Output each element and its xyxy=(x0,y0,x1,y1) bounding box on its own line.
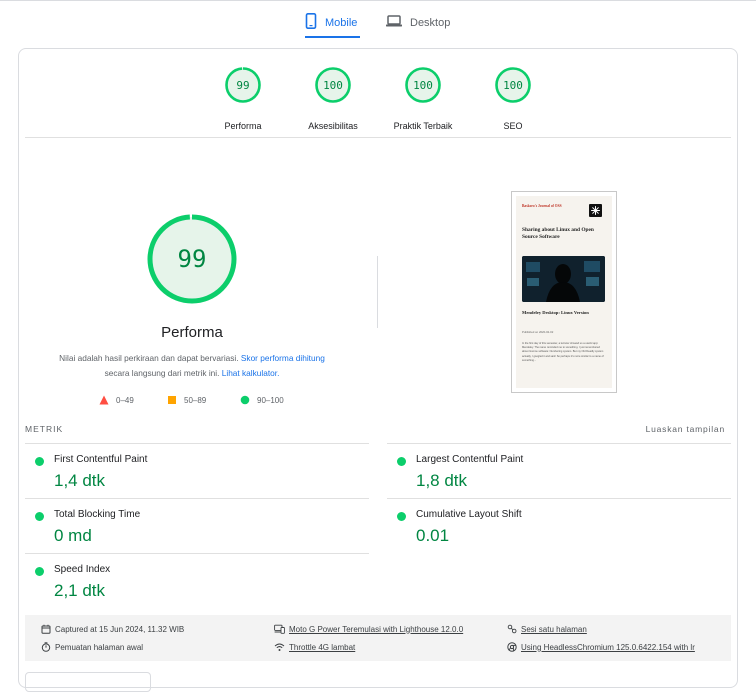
gauge-label: Praktik Terbaik xyxy=(378,121,468,131)
desc-text: Nilai adalah hasil perkiraan dan dapat b… xyxy=(59,353,238,363)
performance-score-gauge: 99 xyxy=(146,213,238,305)
metric-lcp: Largest Contentful Paint 1,8 dtk xyxy=(387,443,731,498)
devices-icon xyxy=(274,624,285,634)
page-screenshot-thumbnail[interactable]: Baskoro's Journal of OSS Sharing about L… xyxy=(511,191,617,393)
metric-fcp: First Contentful Paint 1,4 dtk xyxy=(25,443,369,498)
section-divider xyxy=(25,137,731,138)
metric-name: Total Blocking Time xyxy=(54,509,140,520)
circle-icon xyxy=(240,395,250,405)
gauge-label: SEO xyxy=(468,121,558,131)
legend-pass: 90–100 xyxy=(240,395,284,405)
shot-site-title: Baskoro's Journal of OSS xyxy=(522,204,562,208)
env-load: Pemuatan halaman awal xyxy=(41,642,143,652)
gauge-label: Performa xyxy=(198,121,288,131)
gauge-score: 100 xyxy=(503,79,523,92)
shot-hero-image xyxy=(522,256,605,302)
legend-fail: 0–49 xyxy=(99,395,134,405)
shot-logo xyxy=(589,204,602,217)
metrics-header: METRIK xyxy=(25,424,63,434)
expand-view-toggle[interactable]: Luaskan tampilan xyxy=(646,424,725,434)
metric-name: Largest Contentful Paint xyxy=(416,454,523,465)
score-ring: 100 xyxy=(405,67,441,103)
score-legend: 0–49 50–89 90–100 xyxy=(19,395,379,407)
pass-circle-icon xyxy=(35,567,44,576)
pass-circle-icon xyxy=(397,512,406,521)
metric-tbt: Total Blocking Time 0 md xyxy=(25,498,369,553)
laptop-icon xyxy=(386,15,402,30)
env-captured: Captured at 15 Jun 2024, 11.32 WIB xyxy=(41,624,184,634)
timer-icon xyxy=(41,642,51,652)
desc-text2: secara langsung dari metrik ini. xyxy=(105,368,220,378)
gauge-performa[interactable]: 99 Performa xyxy=(198,67,288,131)
category-gauges: 99 Performa 100 Aksesibilitas 100 Prakti… xyxy=(19,67,739,137)
score-ring: 99 xyxy=(225,67,261,103)
metric-speed-index: Speed Index 2,1 dtk xyxy=(25,553,369,608)
score-ring: 100 xyxy=(315,67,351,103)
gauge-score: 100 xyxy=(413,79,433,92)
env-load-text: Pemuatan halaman awal xyxy=(55,643,143,652)
score-calc-link[interactable]: Skor performa dihitung xyxy=(241,353,325,363)
legend-range: 90–100 xyxy=(257,396,284,405)
calculator-link[interactable]: Lihat kalkulator. xyxy=(222,368,280,378)
view-treemap-button[interactable] xyxy=(25,672,151,692)
runtime-environment: Captured at 15 Jun 2024, 11.32 WIB Moto … xyxy=(25,615,731,661)
score-description: Nilai adalah hasil perkiraan dan dapat b… xyxy=(39,351,345,381)
square-icon xyxy=(167,395,177,405)
chrome-icon xyxy=(507,642,517,652)
shot-headline: Sharing about Linux and Open Source Soft… xyxy=(522,227,602,241)
score-ring: 100 xyxy=(495,67,531,103)
env-browser-text: Using HeadlessChromium 125.0.6422.154 wi… xyxy=(521,643,695,652)
metric-cls: Cumulative Layout Shift 0.01 xyxy=(387,498,731,553)
env-device-text: Moto G Power Teremulasi with Lighthouse … xyxy=(289,625,463,634)
gauge-seo[interactable]: 100 SEO xyxy=(468,67,558,131)
env-device[interactable]: Moto G Power Teremulasi with Lighthouse … xyxy=(274,624,463,634)
env-session-text: Sesi satu halaman xyxy=(521,625,587,634)
gauge-praktik-terbaik[interactable]: 100 Praktik Terbaik xyxy=(378,67,468,131)
env-throttle-text: Throttle 4G lambat xyxy=(289,643,355,652)
legend-range: 50–89 xyxy=(184,396,206,405)
performance-score: 99 xyxy=(178,245,207,273)
vertical-separator xyxy=(377,256,378,328)
gauge-label: Aksesibilitas xyxy=(288,121,378,131)
pass-circle-icon xyxy=(397,457,406,466)
calendar-icon xyxy=(41,624,51,634)
env-throttle[interactable]: Throttle 4G lambat xyxy=(274,642,355,652)
gauge-score: 99 xyxy=(236,79,249,92)
pass-circle-icon xyxy=(35,457,44,466)
top-border xyxy=(0,0,756,1)
gauge-aksesibilitas[interactable]: 100 Aksesibilitas xyxy=(288,67,378,131)
wifi-icon xyxy=(274,642,285,652)
metric-value: 2,1 dtk xyxy=(54,581,105,601)
metric-value: 0 md xyxy=(54,526,92,546)
metric-value: 0.01 xyxy=(416,526,449,546)
tab-mobile[interactable]: Mobile xyxy=(305,8,360,37)
metric-name: Speed Index xyxy=(54,564,110,575)
legend-range: 0–49 xyxy=(116,396,134,405)
report-card: 99 Performa 100 Aksesibilitas 100 Prakti… xyxy=(18,48,738,688)
screenshot-content: Baskoro's Journal of OSS Sharing about L… xyxy=(516,196,612,388)
triangle-icon xyxy=(99,395,109,405)
metric-value: 1,8 dtk xyxy=(416,471,467,491)
env-session[interactable]: Sesi satu halaman xyxy=(507,624,587,634)
session-icon xyxy=(507,624,517,634)
device-tabs: Mobile Desktop xyxy=(0,8,756,38)
env-captured-text: Captured at 15 Jun 2024, 11.32 WIB xyxy=(55,625,184,634)
performance-title: Performa xyxy=(119,324,265,341)
tab-desktop[interactable]: Desktop xyxy=(386,8,456,37)
tab-mobile-label: Mobile xyxy=(325,17,357,29)
env-browser[interactable]: Using HeadlessChromium 125.0.6422.154 wi… xyxy=(507,642,695,652)
metric-name: Cumulative Layout Shift xyxy=(416,509,522,520)
metric-name: First Contentful Paint xyxy=(54,454,147,465)
gauge-score: 100 xyxy=(323,79,343,92)
smartphone-icon xyxy=(305,13,317,32)
metric-value: 1,4 dtk xyxy=(54,471,105,491)
legend-average: 50–89 xyxy=(167,395,206,405)
shot-excerpt: In the first day of this semester, a lec… xyxy=(522,342,604,363)
tab-desktop-label: Desktop xyxy=(410,17,450,29)
shot-post-title: Mendeley Desktop: Linux Version xyxy=(522,310,602,316)
pass-circle-icon xyxy=(35,512,44,521)
shot-post-meta: Published on 2020-02-02 xyxy=(522,330,553,334)
